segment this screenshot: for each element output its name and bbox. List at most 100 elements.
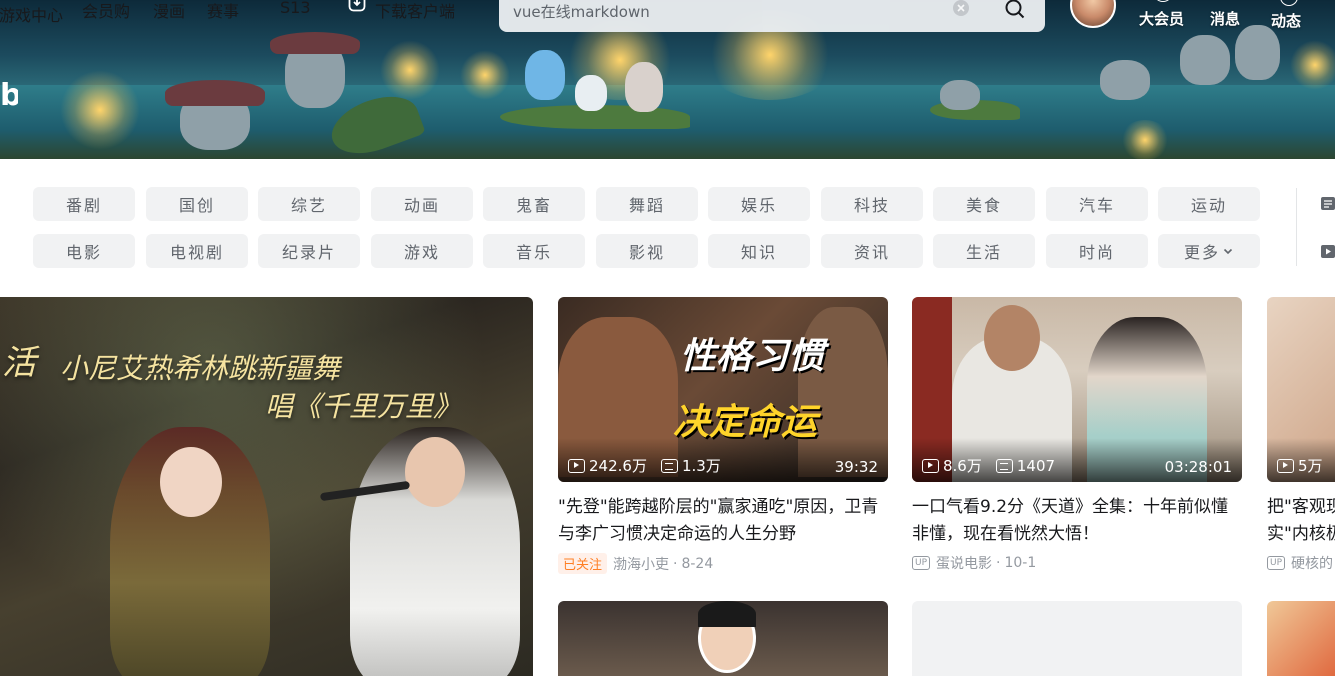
chip-tv-drama[interactable]: 电视剧 [146,234,248,268]
video-thumbnail[interactable] [558,601,888,676]
chip-life[interactable]: 生活 [933,234,1035,268]
nav-messages[interactable]: 消息 [1210,8,1240,29]
banner-flower [460,50,510,100]
bili-logo[interactable]: bili [0,78,18,113]
video-duration: 03:28:01 [1164,458,1232,476]
banner-character [525,50,565,100]
play-count: 242.6万 [589,457,647,475]
chip-movie[interactable]: 电影 [33,234,135,268]
hero-singer-face [160,447,222,517]
video-thumbnail[interactable]: 5万 [1267,297,1335,482]
nav-game-center[interactable]: 游戏中心 [0,0,63,28]
chip-sports[interactable]: 运动 [1158,187,1260,221]
banner-flower [380,40,440,100]
video-stats: 242.6万 1.3万 [568,455,735,476]
chip-entertainment[interactable]: 娱乐 [708,187,810,221]
nav-vip-shop[interactable]: 会员购 [82,0,130,22]
chip-animation[interactable]: 动画 [371,187,473,221]
hero-singer-face [405,437,465,507]
video-meta: 已关注 渤海小吏 · 8-24 [558,553,888,574]
chip-knowledge[interactable]: 知识 [708,234,810,268]
video-card[interactable]: 8.6万 1407 03:28:01 一口气看9.2分《天道》全集：十年前似懂非… [912,297,1242,573]
banner-character [1180,35,1230,85]
chip-variety[interactable]: 综艺 [258,187,360,221]
chip-guichu[interactable]: 鬼畜 [483,187,585,221]
video-thumbnail[interactable]: 性格习惯 决定命运 242.6万 1.3万 39:32 [558,297,888,482]
video-thumbnail[interactable]: 8.6万 1407 03:28:01 [912,297,1242,482]
video-date: 8-24 [681,555,714,572]
danmaku-icon [660,458,678,473]
banner-character [625,62,663,112]
chips-divider [1296,188,1297,266]
danmaku-icon [995,458,1013,473]
banner-flower [60,70,140,150]
banner-character [1235,25,1280,80]
chip-film-tv[interactable]: 影视 [596,234,698,268]
download-icon[interactable] [348,0,366,12]
search-icon[interactable] [1004,0,1026,20]
play-count-icon [1277,458,1294,473]
hero-carousel[interactable]: 活 小尼艾热希林跳新疆舞 唱《千里万里》 [0,297,533,676]
banner-flower [1290,40,1335,90]
chip-guochuang[interactable]: 国创 [146,187,248,221]
followed-badge: 已关注 [558,553,608,574]
danmaku-count: 1407 [1016,456,1056,475]
nav-events[interactable]: 赛事 [207,0,239,22]
danmaku-count: 1.3万 [681,457,721,475]
chevron-down-icon [1223,248,1233,255]
chip-game[interactable]: 游戏 [371,234,473,268]
video-author[interactable]: 蛋说电影 [936,553,992,573]
chip-music[interactable]: 音乐 [483,234,585,268]
live-icon[interactable] [1320,244,1335,259]
video-date: 10-1 [1004,555,1037,571]
banner-hat [165,80,265,106]
banner-character [1100,60,1150,100]
video-author[interactable]: 渤海小吏 [613,554,669,574]
video-title[interactable]: 把"客观现实"内核极稳 [1267,494,1335,548]
search-bar [499,0,1045,32]
video-duration: 39:32 [834,458,878,476]
chip-tech[interactable]: 科技 [821,187,923,221]
video-meta: UP 硬核的 [1267,553,1335,573]
thumb-face [984,305,1040,371]
chip-more[interactable]: 更多 [1158,234,1260,268]
video-author[interactable]: 硬核的 [1291,553,1333,573]
video-card[interactable]: 性格习惯 决定命运 242.6万 1.3万 39:32 "先登"能跨越阶层的"赢… [558,297,888,574]
video-title[interactable]: 一口气看9.2分《天道》全集：十年前似懂非懂，现在看恍然大悟！ [912,494,1242,548]
nav-big-vip[interactable]: 大会员 [1139,8,1184,29]
play-count: 5万 [1298,457,1323,475]
clear-search-icon[interactable] [953,0,969,16]
thumb-hair [698,601,756,627]
hero-title-line1: 小尼艾热希林跳新疆舞 [60,352,341,385]
video-meta: UP 蛋说电影 · 10-1 [912,553,1242,573]
banner-hat [270,32,360,54]
play-count-icon [922,458,939,473]
chip-fashion[interactable]: 时尚 [1046,234,1148,268]
chip-food[interactable]: 美食 [933,187,1035,221]
video-thumbnail-placeholder [912,601,1242,676]
chip-news[interactable]: 资讯 [821,234,923,268]
thumb-text-top: 性格习惯 [680,336,825,377]
column-icon[interactable] [1320,196,1335,211]
nav-s13[interactable]: S13 [280,0,311,17]
nav-dynamics[interactable]: 动态 [1271,10,1301,31]
meta-dot: · [996,555,1001,571]
play-count-icon [568,458,585,473]
video-stats: 5万 [1277,455,1335,476]
nav-manga[interactable]: 漫画 [153,0,185,22]
banner-character [575,75,607,111]
up-badge-icon: UP [912,556,931,570]
video-thumbnail[interactable] [1267,601,1335,676]
chip-car[interactable]: 汽车 [1046,187,1148,221]
video-card[interactable]: 5万 把"客观现实"内核极稳 UP 硬核的 [1267,297,1335,587]
chip-more-label: 更多 [1183,243,1220,262]
chip-anime[interactable]: 番剧 [33,187,135,221]
video-title[interactable]: "先登"能跨越阶层的"赢家通吃"原因，卫青与李广习惯决定命运的人生分野 [558,494,888,548]
banner-character [940,80,980,110]
chip-documentary[interactable]: 纪录片 [258,234,360,268]
chip-dance[interactable]: 舞蹈 [596,187,698,221]
hero-corner-text: 活 [2,343,36,383]
nav-download-client[interactable]: 下载客户端 [375,0,455,22]
video-stats: 8.6万 1407 [922,455,1069,476]
search-input[interactable] [513,0,933,22]
